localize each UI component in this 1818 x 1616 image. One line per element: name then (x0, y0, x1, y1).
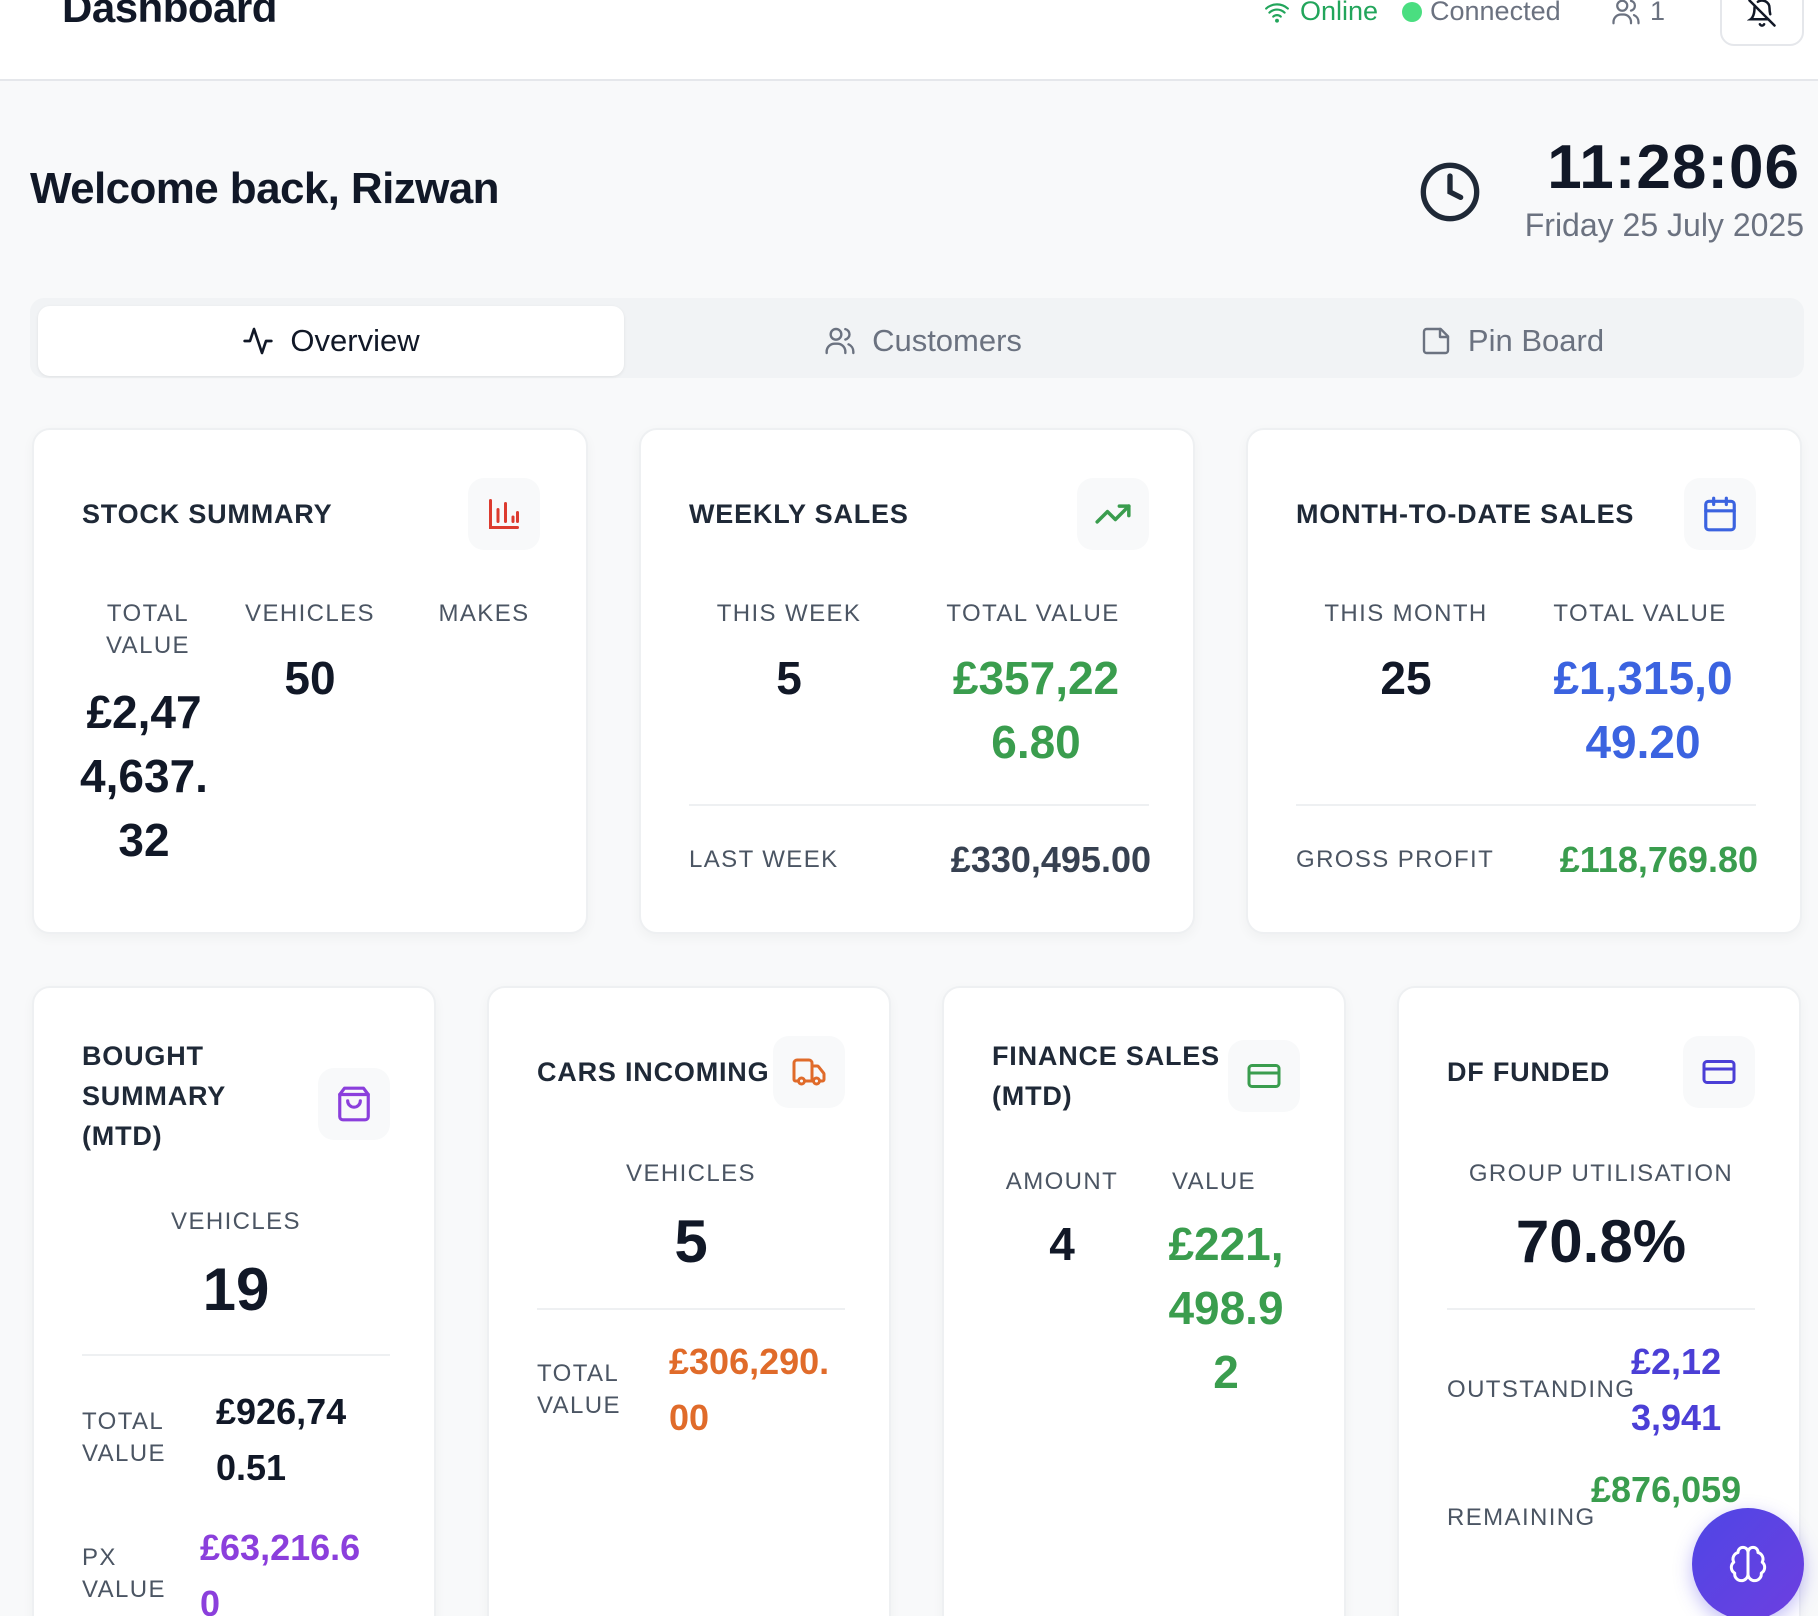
truck-icon (792, 1058, 826, 1086)
icon-container (468, 478, 540, 550)
icon-container (1077, 478, 1149, 550)
remaining-value: £876,059 (1591, 1469, 1742, 1510)
mtd-sales-card: MONTH-TO-DATE SALES THIS MONTH 25 TOTAL … (1246, 428, 1802, 934)
vehicles-label: VEHICLES (626, 1160, 756, 1187)
gross-profit-label: GROSS PROFIT (1296, 846, 1495, 873)
welcome-heading: Welcome back, Rizwan (30, 164, 500, 213)
amount-label: AMOUNT (1005, 1168, 1119, 1195)
credit-card-icon (1702, 1060, 1736, 1084)
last-week-label: LAST WEEK (689, 846, 839, 873)
tab-overview[interactable]: Overview (38, 306, 624, 376)
tab-overview-label: Overview (290, 323, 420, 358)
total-value-label: TOTAL VALUE (1553, 600, 1727, 627)
value-label: VALUE (1172, 1168, 1256, 1195)
stock-summary-card: STOCK SUMMARY TOTAL VALUE £2,474,637.32 … (32, 428, 588, 934)
calendar-icon (1704, 496, 1736, 532)
online-label: Online (1300, 0, 1379, 26)
tab-pin-board[interactable]: Pin Board (1220, 306, 1804, 376)
total-value: £1,315,049.20 (1553, 652, 1733, 768)
divider (82, 1354, 390, 1356)
card-title: DF FUNDED (1447, 1057, 1611, 1087)
notifications-button[interactable] (1720, 0, 1804, 46)
makes-label: MAKES (438, 600, 530, 627)
icon-container (1683, 1036, 1755, 1108)
cars-incoming-card: CARS INCOMING VEHICLES 5 TOTAL VALUE £30… (487, 986, 891, 1616)
online-status: Online (1262, 0, 1378, 27)
trending-up-icon (1095, 504, 1131, 524)
divider (689, 804, 1149, 806)
credit-card-icon (1247, 1064, 1281, 1088)
sticky-note-icon (1422, 327, 1450, 355)
this-week-label: THIS WEEK (716, 600, 862, 627)
connected-dot-icon (1402, 1, 1422, 22)
users-count: 1 (1650, 0, 1666, 26)
users-icon (1612, 0, 1640, 24)
active-users: 1 (1610, 0, 1665, 27)
card-title: STOCK SUMMARY (82, 499, 333, 529)
tab-customers-label: Customers (872, 323, 1022, 358)
finance-sales-card: FINANCE SALES (MTD) AMOUNT 4 VALUE £221,… (942, 986, 1346, 1616)
bought-summary-card: BOUGHT SUMMARY (MTD) VEHICLES 19 TOTAL V… (32, 986, 436, 1616)
tab-bar: Overview Customers Pin Board (30, 298, 1804, 378)
px-value: £63,216.60 (200, 1527, 361, 1616)
total-value-label: TOTAL VALUE (106, 600, 190, 659)
remaining-label: REMAINING (1447, 1504, 1596, 1531)
total-value-label: TOTAL VALUE (946, 600, 1120, 627)
px-value-label: PX VALUE (82, 1544, 166, 1603)
utilisation-label: GROUP UTILISATION (1468, 1160, 1734, 1187)
icon-container (773, 1036, 845, 1108)
weekly-sales-card: WEEKLY SALES THIS WEEK 5 TOTAL VALUE £35… (639, 428, 1195, 934)
divider (1447, 1308, 1755, 1310)
outstanding-value: £2,123,941 (1631, 1341, 1722, 1438)
vehicles-value: 5 (674, 1208, 708, 1275)
icon-container (318, 1068, 390, 1140)
card-title: MONTH-TO-DATE SALES (1296, 499, 1635, 529)
clock-time: 11:28:06 (1547, 133, 1800, 202)
connected-label: Connected (1430, 0, 1561, 26)
total-value-label: TOTAL VALUE (537, 1360, 621, 1419)
page-title: Dashboard (62, 0, 277, 31)
wifi-icon (1265, 2, 1289, 23)
card-title: FINANCE SALES (MTD) (992, 1041, 1220, 1111)
shopping-bag-icon (338, 1086, 370, 1122)
vehicles-value: 50 (284, 652, 336, 704)
clock-date: Friday 25 July 2025 (1524, 207, 1804, 243)
vehicles-label: VEHICLES (171, 1208, 301, 1235)
divider (1296, 804, 1756, 806)
vehicles-label: VEHICLES (245, 600, 375, 627)
card-title: WEEKLY SALES (689, 499, 909, 529)
card-title: CARS INCOMING (537, 1057, 770, 1087)
total-value: £357,226.80 (952, 652, 1120, 768)
bar-chart-icon (489, 499, 519, 529)
tab-pin-board-label: Pin Board (1467, 323, 1605, 358)
total-value-label: TOTAL VALUE (82, 1408, 166, 1467)
total-value: £306,290.00 (669, 1341, 830, 1438)
brain-icon (1729, 1545, 1767, 1583)
icon-container (1684, 478, 1756, 550)
this-month-value: 25 (1380, 652, 1432, 704)
ai-assistant-button[interactable] (1692, 1508, 1804, 1616)
top-bar: Dashboard Online Connected 1 (0, 0, 1818, 81)
amount-value: 4 (1049, 1218, 1075, 1270)
users-icon (825, 327, 855, 355)
outstanding-label: OUTSTANDING (1447, 1376, 1636, 1403)
value-value: £221,498.92 (1168, 1218, 1284, 1398)
total-value: £2,474,637.32 (80, 686, 208, 866)
card-title: BOUGHT SUMMARY (MTD) (82, 1041, 226, 1151)
bell-off-icon (1747, 0, 1776, 27)
activity-icon (243, 327, 274, 355)
connection-status: Connected (1402, 0, 1561, 27)
icon-container (1228, 1040, 1300, 1112)
gross-profit-value: £118,769.80 (1559, 839, 1758, 880)
vehicles-value: 19 (202, 1256, 270, 1323)
utilisation-value: 70.8% (1515, 1208, 1687, 1275)
clock-icon (1420, 162, 1480, 222)
last-week-value: £330,495.00 (950, 839, 1151, 880)
divider (537, 1308, 845, 1310)
this-month-label: THIS MONTH (1324, 600, 1488, 627)
tab-customers[interactable]: Customers (630, 306, 1216, 376)
total-value: £926,740.51 (216, 1391, 347, 1488)
this-week-value: 5 (776, 652, 802, 704)
